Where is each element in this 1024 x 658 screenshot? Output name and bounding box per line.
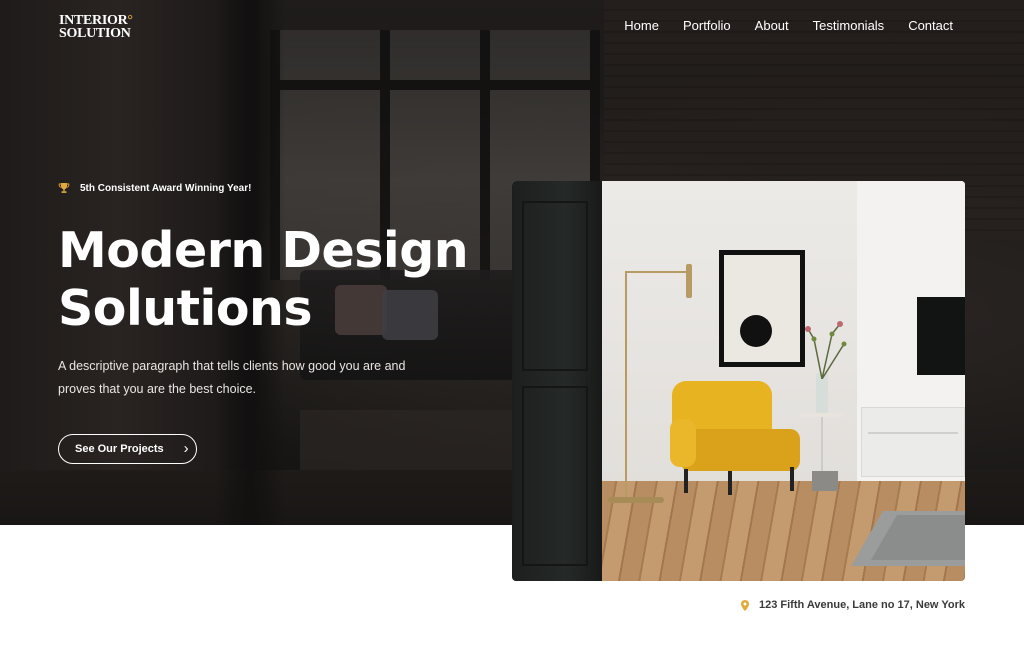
nav-item-contact[interactable]: Contact xyxy=(908,18,953,33)
headline-line1: Modern Design xyxy=(58,222,469,279)
photo-dark-door xyxy=(512,181,602,581)
nav-item-portfolio[interactable]: Portfolio xyxy=(683,18,731,33)
headline-line2: Solutions xyxy=(58,280,313,337)
chevron-right-icon: › xyxy=(183,440,189,457)
cta-label: See Our Projects xyxy=(75,443,164,455)
hero-headline: Modern Design Solutions xyxy=(58,222,469,338)
award-badge: 5th Consistent Award Winning Year! xyxy=(58,182,251,194)
brand-logo[interactable]: INTERIOR° SOLUTION xyxy=(59,14,133,41)
logo-line2: SOLUTION xyxy=(59,26,131,41)
photo-floor-lamp xyxy=(625,273,627,499)
photo-wall-art xyxy=(719,250,805,367)
main-nav: Home Portfolio About Testimonials Contac… xyxy=(624,18,953,33)
photo-tv-console xyxy=(861,407,965,477)
nav-item-about[interactable]: About xyxy=(755,18,789,33)
photo-tv xyxy=(917,297,965,375)
photo-yellow-armchair xyxy=(670,381,802,495)
award-text: 5th Consistent Award Winning Year! xyxy=(80,182,252,194)
location-pin-icon xyxy=(740,599,749,611)
address-text: 123 Fifth Avenue, Lane no 17, New York xyxy=(758,599,965,611)
hero-photo xyxy=(512,181,965,581)
nav-item-testimonials[interactable]: Testimonials xyxy=(813,18,885,33)
hero-description: A descriptive paragraph that tells clien… xyxy=(58,359,406,396)
see-projects-button[interactable]: See Our Projects › xyxy=(58,434,197,464)
trophy-icon xyxy=(58,183,70,193)
photo-plant-branches xyxy=(805,321,847,379)
address: 123 Fifth Avenue, Lane no 17, New York xyxy=(740,599,965,611)
photo-vase xyxy=(816,373,828,413)
nav-item-home[interactable]: Home xyxy=(624,18,659,33)
